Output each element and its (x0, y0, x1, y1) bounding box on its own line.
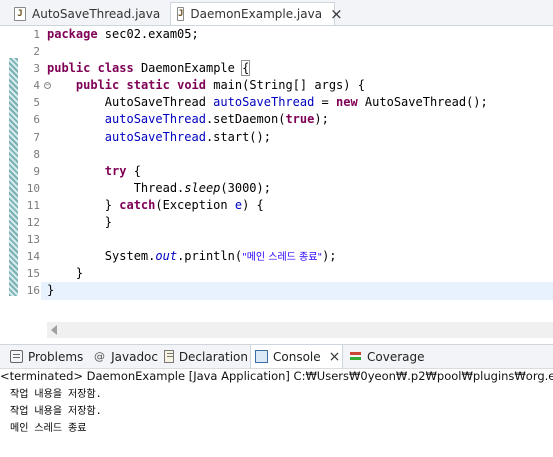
coverage-icon (349, 350, 362, 363)
tab-coverage[interactable]: Coverage (345, 345, 427, 368)
line-number: 14 (26, 250, 40, 264)
matching-bracket: { (241, 60, 251, 77)
line-number: 16 (26, 284, 40, 298)
tab-label: DaemonExample.java (190, 7, 323, 21)
code-line: } (47, 266, 84, 281)
code-line: AutoSaveThread autoSaveThread = new Auto… (104, 95, 488, 110)
line-number: 6 (33, 113, 40, 127)
console-icon (255, 350, 268, 363)
tab-label: Problems (28, 349, 84, 364)
line-numbers: 1 2 3 4− 5 6 7 8 9 10 11 12 13 14 15 16 (18, 26, 51, 300)
problems-icon (10, 350, 23, 363)
line-number: 10 (26, 181, 40, 195)
editor-ruler (0, 26, 8, 344)
code-line: Thread.sleep(3000); (133, 180, 271, 195)
tab-declaration[interactable]: Declaration (160, 345, 248, 368)
tab-autosavethread[interactable]: J AutoSaveThread.java (8, 2, 168, 25)
tab-label: Console (273, 349, 321, 364)
line-number: 15 (26, 267, 40, 281)
java-file-icon: J (14, 6, 26, 21)
code-editor[interactable]: 1 2 3 4− 5 6 7 8 9 10 11 12 13 14 15 16 … (0, 26, 553, 344)
tab-label: Declaration (178, 349, 248, 364)
line-number: 12 (26, 216, 40, 230)
console-output[interactable]: 작업 내용을 저장함. 작업 내용을 저장함. 메인 스레드 종료 (0, 386, 553, 437)
console-line: 메인 스레드 종료 (10, 423, 87, 434)
code-line: } (47, 215, 113, 230)
tab-daemonexample[interactable]: J DaemonExample.java × (170, 2, 343, 25)
code-line: public static void main(String[] args) { (75, 78, 365, 93)
tab-label: Javadoc (111, 349, 158, 364)
line-number: 2 (33, 45, 40, 59)
close-icon[interactable]: × (330, 7, 343, 22)
at-icon: @ (94, 350, 105, 363)
console-line: 작업 내용을 저장함. (10, 406, 102, 417)
horizontal-scrollbar[interactable] (47, 322, 553, 338)
line-number: 4− (33, 79, 51, 93)
code-line: try { (104, 163, 141, 178)
code-line: autoSaveThread.setDaemon(true); (104, 112, 329, 127)
line-number: 13 (26, 233, 40, 247)
line-number: 1 (33, 28, 40, 41)
line-number: 9 (33, 164, 40, 178)
line-number: 11 (26, 198, 40, 212)
tab-label: Coverage (367, 349, 425, 364)
code-line: package sec02.exam05; (47, 27, 199, 41)
declaration-icon (164, 350, 174, 363)
code-line: System.out.println("메인 스레드 종료"); (104, 249, 337, 264)
editor-tab-bar: J AutoSaveThread.java J DaemonExample.ja… (0, 0, 553, 26)
line-number: 3 (33, 62, 40, 76)
code-line: } catch(Exception e) { (104, 197, 264, 212)
tab-problems[interactable]: Problems (6, 345, 88, 368)
code-line: public class DaemonExample { (47, 60, 251, 77)
panel-tab-bar: Problems @ Javadoc Declaration Console ×… (0, 344, 553, 369)
line-number: 5 (33, 96, 40, 110)
console-line: 작업 내용을 저장함. (10, 389, 102, 400)
tab-label: AutoSaveThread.java (32, 6, 161, 21)
tab-javadoc[interactable]: @ Javadoc (90, 345, 158, 368)
code-area[interactable]: package sec02.exam05; public class Daemo… (41, 26, 553, 326)
code-line-current: } (41, 282, 553, 300)
tab-console[interactable]: Console × (250, 345, 343, 368)
quick-diff-bar (9, 58, 18, 296)
scroll-left-icon[interactable] (51, 325, 57, 335)
line-number: 8 (33, 147, 40, 161)
code-line: autoSaveThread.start(); (104, 129, 271, 144)
java-file-icon: J (177, 7, 185, 21)
close-icon[interactable]: × (329, 350, 341, 364)
console-status-line: <terminated> DaemonExample [Java Applica… (0, 369, 553, 383)
line-number: 7 (33, 130, 40, 144)
